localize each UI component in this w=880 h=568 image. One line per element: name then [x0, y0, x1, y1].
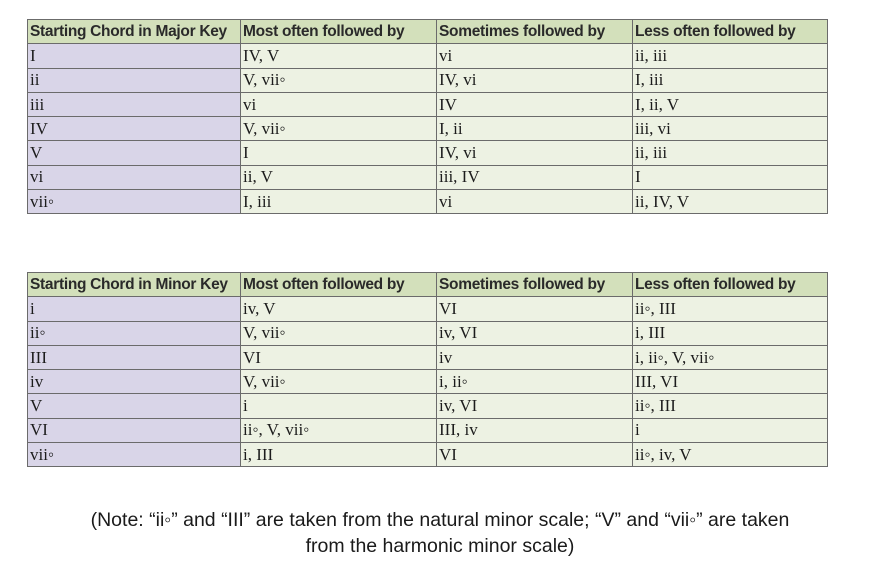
most-often-cell: VI	[240, 344, 437, 371]
header-sometimes: Sometimes followed by	[436, 18, 633, 45]
table-row: vii◦ I, iii vi ii, IV, V	[27, 189, 828, 215]
less-often-cell: ii◦, III	[632, 296, 828, 322]
less-often-cell: ii◦, III	[632, 393, 828, 419]
most-often-cell: V, vii◦	[240, 116, 437, 142]
header-less-often: Less often followed by	[632, 18, 828, 45]
sometimes-cell: IV, vi	[436, 67, 633, 93]
most-often-cell: V, vii◦	[240, 67, 437, 93]
table-row: ii◦ V, vii◦ iv, VI i, III	[27, 320, 828, 346]
table-row: I IV, V vi ii, iii	[27, 43, 828, 69]
most-often-cell: I, iii	[240, 189, 437, 215]
less-often-cell: I, iii	[632, 67, 828, 93]
table-row: iv V, vii◦ i, ii◦ III, VI	[27, 369, 828, 395]
most-often-cell: V, vii◦	[240, 369, 437, 395]
less-often-cell: iii, vi	[632, 116, 828, 142]
starting-chord-cell: ii◦	[27, 320, 241, 346]
most-often-cell: I	[240, 140, 437, 166]
starting-chord-cell: vii◦	[27, 189, 241, 215]
sometimes-cell: iv, VI	[436, 393, 633, 419]
less-often-cell: I	[632, 164, 828, 191]
sometimes-cell: iv	[436, 344, 633, 371]
sometimes-cell: iv, VI	[436, 320, 633, 346]
less-often-cell: ii, iii	[632, 140, 828, 166]
sometimes-cell: VI	[436, 442, 633, 468]
most-often-cell: ii, V	[240, 164, 437, 191]
less-often-cell: ii, IV, V	[632, 189, 828, 215]
table-row: V i iv, VI ii◦, III	[27, 393, 828, 419]
header-starting-chord: Starting Chord in Minor Key	[27, 271, 241, 298]
header-starting-chord: Starting Chord in Major Key	[27, 18, 241, 45]
starting-chord-cell: vii◦	[27, 442, 241, 468]
starting-chord-cell: V	[27, 140, 241, 166]
table-row: vii◦ i, III VI ii◦, iv, V	[27, 442, 828, 468]
sometimes-cell: I, ii	[436, 116, 633, 142]
table-row: iii vi IV I, ii, V	[27, 91, 828, 118]
most-often-cell: vi	[240, 91, 437, 118]
header-most-often: Most often followed by	[240, 18, 437, 45]
starting-chord-cell: I	[27, 43, 241, 69]
header-most-often: Most often followed by	[240, 271, 437, 298]
table-row: V I IV, vi ii, iii	[27, 140, 828, 166]
starting-chord-cell: i	[27, 296, 241, 322]
table-row: i iv, V VI ii◦, III	[27, 296, 828, 322]
starting-chord-cell: III	[27, 344, 241, 371]
scale-note-line-2: from the harmonic minor scale)	[305, 535, 575, 557]
sometimes-cell: iii, IV	[436, 164, 633, 191]
scale-note: (Note: “ii◦” and “III” are taken from th…	[0, 507, 880, 559]
minor-key-table: Starting Chord in Minor Key Most often f…	[27, 271, 828, 468]
sometimes-cell: vi	[436, 189, 633, 215]
table-header-row: Starting Chord in Minor Key Most often f…	[27, 271, 828, 298]
sometimes-cell: vi	[436, 43, 633, 69]
table-header-row: Starting Chord in Major Key Most often f…	[27, 18, 828, 45]
less-often-cell: I, ii, V	[632, 91, 828, 118]
most-often-cell: i	[240, 393, 437, 419]
table-row: III VI iv i, ii◦, V, vii◦	[27, 344, 828, 371]
starting-chord-cell: vi	[27, 164, 241, 191]
less-often-cell: III, VI	[632, 369, 828, 395]
less-often-cell: ii, iii	[632, 43, 828, 69]
sometimes-cell: IV, vi	[436, 140, 633, 166]
sometimes-cell: VI	[436, 296, 633, 322]
table-row: ii V, vii◦ IV, vi I, iii	[27, 67, 828, 93]
most-often-cell: V, vii◦	[240, 320, 437, 346]
less-often-cell: ii◦, iv, V	[632, 442, 828, 468]
starting-chord-cell: ii	[27, 67, 241, 93]
starting-chord-cell: V	[27, 393, 241, 419]
less-often-cell: i	[632, 417, 828, 444]
table-row: VI ii◦, V, vii◦ III, iv i	[27, 417, 828, 444]
sometimes-cell: III, iv	[436, 417, 633, 444]
starting-chord-cell: VI	[27, 417, 241, 444]
sometimes-cell: i, ii◦	[436, 369, 633, 395]
most-often-cell: ii◦, V, vii◦	[240, 417, 437, 444]
starting-chord-cell: iii	[27, 91, 241, 118]
table-row: IV V, vii◦ I, ii iii, vi	[27, 116, 828, 142]
table-row: vi ii, V iii, IV I	[27, 164, 828, 191]
most-often-cell: i, III	[240, 442, 437, 468]
less-often-cell: i, ii◦, V, vii◦	[632, 344, 828, 371]
header-sometimes: Sometimes followed by	[436, 271, 633, 298]
less-often-cell: i, III	[632, 320, 828, 346]
header-less-often: Less often followed by	[632, 271, 828, 298]
most-often-cell: iv, V	[240, 296, 437, 322]
major-key-table: Starting Chord in Major Key Most often f…	[27, 18, 828, 215]
starting-chord-cell: iv	[27, 369, 241, 395]
starting-chord-cell: IV	[27, 116, 241, 142]
most-often-cell: IV, V	[240, 43, 437, 69]
sometimes-cell: IV	[436, 91, 633, 118]
scale-note-line-1: (Note: “ii◦” and “III” are taken from th…	[90, 509, 790, 531]
